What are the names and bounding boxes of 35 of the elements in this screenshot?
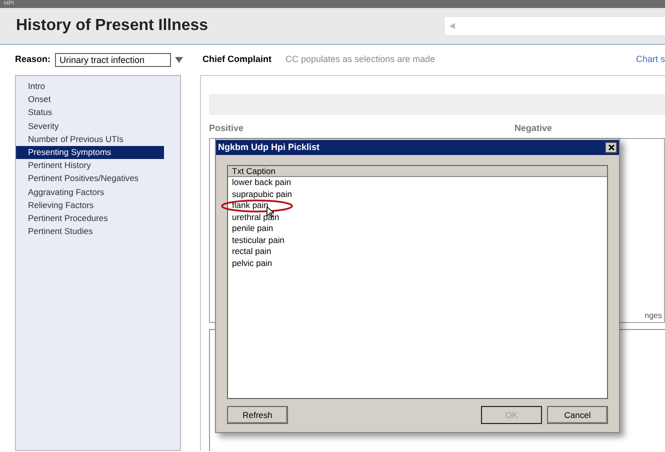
close-icon[interactable] (608, 144, 614, 151)
sidebar-item[interactable]: Pertinent Studies (16, 225, 164, 238)
page-title: History of Present Illness (16, 16, 208, 36)
chief-complaint-hint: CC populates as selections are made (286, 53, 436, 66)
dialog-title: Ngkbm Udp Hpi Picklist (218, 140, 320, 154)
picklist-item[interactable]: penile pain (228, 223, 274, 234)
sidebar-item[interactable]: Severity (16, 120, 164, 133)
picklist-item[interactable]: testicular pain (228, 234, 284, 246)
refresh-button[interactable]: Refresh (227, 406, 288, 424)
sidebar-item[interactable]: Pertinent Positives/Negatives (16, 172, 164, 186)
negative-heading: Negative (514, 122, 552, 135)
picklist-item[interactable]: pelvic pain (228, 258, 272, 269)
sidebar-item[interactable]: Onset (16, 93, 164, 106)
positive-heading: Positive (209, 122, 244, 135)
sidebar-item[interactable]: Status (16, 106, 164, 120)
close-button[interactable] (605, 142, 617, 153)
sidebar-item[interactable]: Presenting Symptoms (16, 146, 164, 160)
sidebar-item[interactable]: Intro (16, 80, 164, 94)
picklist-item[interactable]: rectal pain (228, 246, 272, 258)
picklist-item[interactable]: urethral pain (228, 212, 280, 223)
picklist-item[interactable]: suprapubic pain (228, 188, 292, 200)
sidebar-item[interactable]: Number of Previous UTIs (16, 132, 164, 146)
picklist-item[interactable]: lower back pain (228, 177, 292, 188)
sidebar-item[interactable]: Aggravating Factors (16, 186, 164, 199)
cancel-button[interactable]: Cancel (547, 406, 608, 424)
column-header[interactable]: Txt Caption (228, 166, 607, 177)
chief-complaint-label: Chief Complaint (202, 53, 272, 66)
sidebar-item[interactable]: Relieving Factors (16, 198, 164, 212)
sidebar-item[interactable]: Pertinent Procedures (16, 212, 164, 226)
reason-dropdown[interactable]: Urinary tract infection (54, 53, 171, 67)
reason-label: Reason: (15, 53, 51, 66)
chart-link[interactable]: Chart s (636, 53, 665, 67)
table-text: nges (644, 310, 663, 322)
sidebar-item[interactable]: Pertinent History (16, 159, 164, 172)
dropdown-caret-icon[interactable] (174, 57, 183, 63)
